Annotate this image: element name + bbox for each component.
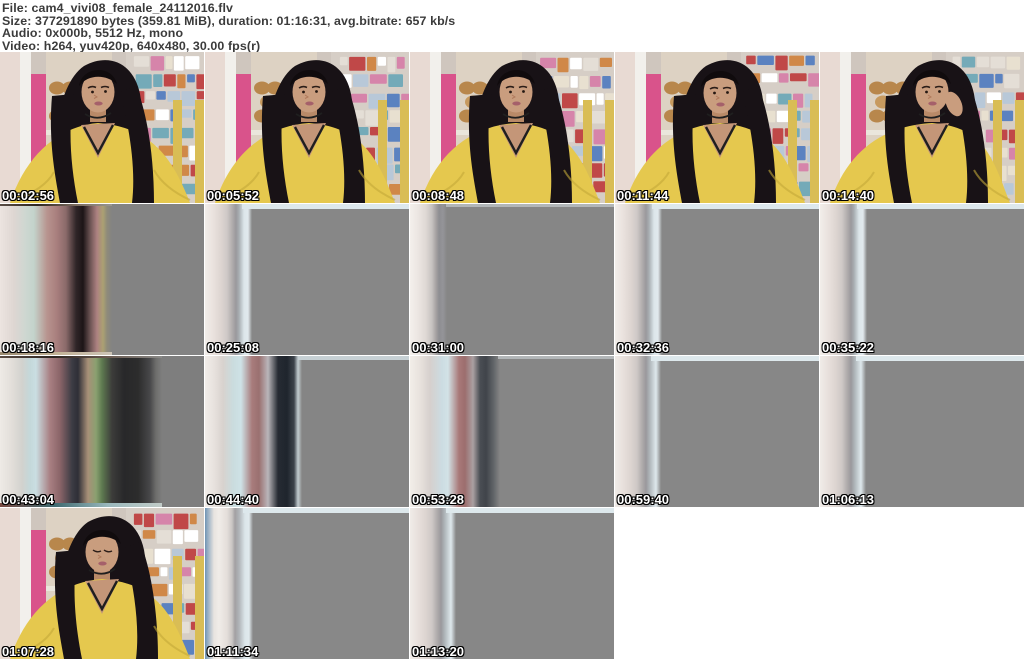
video-thumbnail-corrupt-frame: 00:18:16 bbox=[0, 204, 204, 355]
video-thumbnail-frame: 01:07:28 bbox=[0, 508, 204, 659]
thumbnail-timestamp: 00:31:00 bbox=[412, 340, 465, 355]
video-thumbnail-corrupt-frame: 00:53:28 bbox=[410, 356, 614, 507]
thumbnail-grid: 00:02:56 00:05:52 00:08:48 00:11:44 00:1… bbox=[0, 52, 1024, 659]
file-info-video: Video: h264, yuv420p, 640x480, 30.00 fps… bbox=[2, 38, 261, 53]
thumbnail-timestamp: 01:11:34 bbox=[207, 644, 259, 659]
video-thumbnail-frame: 00:08:48 bbox=[410, 52, 614, 203]
thumbnail-timestamp: 00:35:22 bbox=[822, 340, 875, 355]
thumbnail-timestamp: 00:44:40 bbox=[207, 492, 260, 507]
frame-top-edge bbox=[242, 204, 409, 209]
thumbnail-timestamp: 00:08:48 bbox=[412, 188, 465, 203]
thumbnail-timestamp: 00:32:36 bbox=[617, 340, 670, 355]
thumbnail-timestamp: 00:05:52 bbox=[207, 188, 260, 203]
thumbnail-timestamp: 00:43:04 bbox=[2, 492, 55, 507]
frame-top-edge bbox=[857, 204, 1024, 209]
video-thumbnail-frame: 00:11:44 bbox=[615, 52, 819, 203]
video-thumbnail-corrupt-frame: 00:25:08 bbox=[205, 204, 409, 355]
video-thumbnail-frame: 00:02:56 bbox=[0, 52, 204, 203]
thumbnail-timestamp: 01:07:28 bbox=[2, 644, 55, 659]
video-thumbnail-corrupt-frame: 00:59:40 bbox=[615, 356, 819, 507]
frame-top-edge bbox=[446, 508, 614, 513]
video-thumbnail-corrupt-frame: 01:11:34 bbox=[205, 508, 409, 659]
video-thumbnail-corrupt-frame: 00:35:22 bbox=[820, 204, 1024, 355]
thumbnail-timestamp: 00:18:16 bbox=[2, 340, 55, 355]
frame-top-edge bbox=[498, 356, 614, 359]
thumbnail-timestamp: 00:02:56 bbox=[2, 188, 55, 203]
video-thumbnail-corrupt-frame: 01:06:13 bbox=[820, 356, 1024, 507]
video-contact-sheet: File: cam4_vivi08_female_24112016.flv Si… bbox=[0, 0, 1024, 659]
video-thumbnail-corrupt-frame: 00:44:40 bbox=[205, 356, 409, 507]
glitch-top-line bbox=[0, 356, 162, 358]
file-info-header: File: cam4_vivi08_female_24112016.flv Si… bbox=[0, 0, 1024, 52]
thumbnail-timestamp: 00:11:44 bbox=[617, 188, 669, 203]
thumbnail-timestamp: 00:59:40 bbox=[617, 492, 670, 507]
glitch-top-line bbox=[0, 204, 112, 206]
frame-top-edge bbox=[651, 356, 819, 361]
video-thumbnail-corrupt-frame: 01:13:20 bbox=[410, 508, 614, 659]
thumbnail-timestamp: 01:06:13 bbox=[822, 492, 875, 507]
frame-top-edge bbox=[652, 204, 819, 209]
thumbnail-timestamp: 00:53:28 bbox=[412, 492, 465, 507]
thumbnail-timestamp: 01:13:20 bbox=[412, 644, 465, 659]
video-thumbnail-frame: 00:05:52 bbox=[205, 52, 409, 203]
video-thumbnail-corrupt-frame: 00:32:36 bbox=[615, 204, 819, 355]
frame-top-edge bbox=[446, 204, 614, 207]
thumbnail-timestamp: 00:14:40 bbox=[822, 188, 875, 203]
file-info-audio: Audio: 0x000b, 5512 Hz, mono bbox=[2, 26, 184, 41]
frame-top-edge bbox=[243, 508, 409, 513]
video-thumbnail-frame: 00:14:40 bbox=[820, 52, 1024, 203]
video-thumbnail-corrupt-frame: 00:31:00 bbox=[410, 204, 614, 355]
frame-top-edge bbox=[298, 356, 409, 360]
frame-top-edge bbox=[856, 356, 1024, 361]
file-info-filename: File: cam4_vivi08_female_24112016.flv bbox=[2, 1, 234, 15]
video-thumbnail-corrupt-frame: 00:43:04 bbox=[0, 356, 204, 507]
thumbnail-timestamp: 00:25:08 bbox=[207, 340, 260, 355]
